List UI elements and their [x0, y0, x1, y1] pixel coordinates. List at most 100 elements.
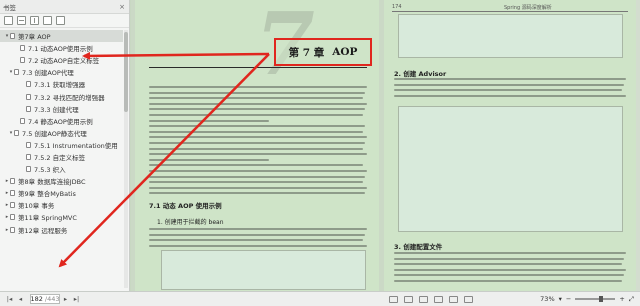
- text-line: [149, 86, 367, 88]
- bookmark-label: 7.3 创建AOP代理: [22, 69, 74, 78]
- bookmark-label: 7.3.1 获取增强器: [34, 81, 86, 90]
- bookmark-icon: [26, 153, 31, 160]
- bookmark-item[interactable]: ▸ 第8章 数据库连接JDBC: [0, 175, 123, 187]
- bookmark-label: 7.4 静态AOP使用示例: [28, 117, 93, 126]
- bookmark-icon[interactable]: [4, 16, 13, 25]
- text-line: [394, 274, 624, 277]
- page-number: 174: [392, 4, 402, 10]
- bookmark-icon: [20, 45, 25, 52]
- bookmark-label: 第9章 整合MyBatis: [18, 190, 76, 199]
- bookmark-icon: [20, 117, 25, 124]
- bookmark-icon: [26, 141, 31, 148]
- page-right: 174 Spring 源码深度解析 2. 创建 Advisor 3. 创建配置文…: [384, 0, 636, 291]
- subsection-heading: 1. 创建用于拦截的 bean: [157, 219, 224, 226]
- delete-bookmark-icon[interactable]: [56, 16, 65, 25]
- bookmark-item[interactable]: 7.3.2 寻找匹配的增强器: [0, 90, 123, 102]
- document-view[interactable]: 7 第 7 章 AOP 7.1 动态 AOP 使用示例 1. 创建用于拦截的 b…: [131, 0, 640, 291]
- bookmark-label: 第12章 远程服务: [18, 226, 68, 235]
- chapter-title: AOP: [332, 46, 358, 58]
- bookmark-item[interactable]: ▾ 第7章 AOP: [0, 30, 123, 43]
- text-line: [149, 158, 269, 161]
- text-line: [149, 114, 363, 116]
- text-line: [149, 175, 365, 178]
- header-rule: [392, 11, 628, 12]
- text-line: [149, 186, 367, 189]
- bookmark-item[interactable]: 7.3.1 获取增强器: [0, 78, 123, 90]
- text-line: [149, 97, 363, 100]
- page-number-input[interactable]: 182 /443: [30, 294, 60, 304]
- text-line: [394, 83, 624, 86]
- bookmark-item[interactable]: ▾ 7.3 创建AOP代理: [0, 66, 123, 78]
- single-page-icon[interactable]: [389, 295, 398, 303]
- last-page-button[interactable]: ▸|: [71, 295, 82, 303]
- code-block-top: [398, 14, 623, 58]
- continuous-icon[interactable]: [404, 295, 413, 303]
- bookmark-item[interactable]: ▸ 第9章 整合MyBatis: [0, 187, 123, 199]
- status-bar: |◂ ◂ 182 /443 ▸ ▸| 73% ▾ − + ⤢: [0, 291, 640, 306]
- text-line: [394, 78, 626, 80]
- bookmark-item[interactable]: 7.1 动态AOP使用示例: [0, 42, 123, 54]
- bookmark-item[interactable]: 7.5.2 自定义标签: [0, 151, 123, 163]
- bookmark-item[interactable]: ▸ 第11章 SpringMVC: [0, 211, 123, 223]
- sidebar-title: 书签: [3, 3, 16, 12]
- document-scrollbar[interactable]: [636, 0, 640, 291]
- bookmark-label: 第10章 事务: [18, 202, 55, 211]
- chapter-number: 第 7 章: [288, 46, 325, 59]
- scroll-view-icon[interactable]: [449, 295, 458, 303]
- bookmark-label: 第7章 AOP: [18, 33, 51, 42]
- bookmark-icon: [14, 129, 19, 136]
- text-line: [394, 280, 622, 282]
- zoom-slider[interactable]: [575, 296, 616, 302]
- text-line: [149, 164, 363, 167]
- chapter-rule: [149, 67, 367, 68]
- text-line: [149, 147, 363, 150]
- running-header: Spring 源码深度解析: [504, 5, 552, 11]
- bookmark-item[interactable]: 7.5.3 织入: [0, 163, 123, 175]
- page-left: 7 第 7 章 AOP 7.1 动态 AOP 使用示例 1. 创建用于拦截的 b…: [135, 0, 379, 291]
- bookmark-label: 7.3.2 寻找匹配的增强器: [34, 93, 105, 102]
- bookmark-item[interactable]: 7.2 动态AOP自定义标签: [0, 54, 123, 66]
- bookmark-item[interactable]: 7.3.3 创建代理: [0, 103, 123, 115]
- text-line: [149, 142, 365, 144]
- zoom-out-button[interactable]: −: [566, 295, 571, 303]
- current-page: 182: [30, 295, 43, 303]
- bookmark-item[interactable]: 7.5.1 Instrumentation使用: [0, 139, 123, 151]
- fit-page-icon[interactable]: ⤢: [629, 295, 634, 304]
- code-block-advisor: [398, 106, 623, 232]
- add-bookmark-icon[interactable]: [43, 16, 52, 25]
- section-heading: 7.1 动态 AOP 使用示例: [149, 202, 222, 210]
- bookmark-item[interactable]: ▸ 第10章 事务: [0, 199, 123, 211]
- bookmark-icon: [26, 166, 31, 173]
- two-page-icon[interactable]: [419, 295, 428, 303]
- zoom-in-button[interactable]: +: [619, 295, 624, 303]
- bookmark-tree: ▾ 第7章 AOP 7.1 动态AOP使用示例 7.2 动态AOP自定义标签 ▾ 7.3 …: [0, 30, 123, 236]
- collapse-all-icon[interactable]: [17, 16, 26, 25]
- book-view-icon[interactable]: [434, 295, 443, 303]
- view-mode-group: [386, 295, 476, 303]
- code-block: [161, 250, 366, 290]
- bookmark-item[interactable]: ▾ 7.5 创建AOP静态代理: [0, 127, 123, 139]
- thumbnail-view-icon[interactable]: [464, 295, 473, 303]
- chapter-heading-highlight: 第 7 章 AOP: [274, 38, 372, 66]
- prev-page-button[interactable]: ◂: [15, 295, 26, 303]
- bookmark-item[interactable]: ▸ 第12章 远程服务: [0, 224, 123, 236]
- sub-heading-config: 3. 创建配置文件: [394, 243, 443, 251]
- bookmark-icon: [10, 190, 15, 197]
- first-page-button[interactable]: |◂: [4, 295, 15, 303]
- text-line: [394, 89, 622, 92]
- zoom-slider-knob[interactable]: [599, 296, 604, 302]
- bookmark-label: 第8章 数据库连接JDBC: [18, 178, 86, 187]
- text-line: [149, 192, 365, 195]
- bookmark-item[interactable]: 7.4 静态AOP使用示例: [0, 115, 123, 127]
- close-icon[interactable]: ×: [118, 3, 126, 11]
- sidebar-scroll-thumb[interactable]: [124, 32, 128, 112]
- next-page-button[interactable]: ▸: [60, 295, 71, 303]
- pdf-reader-window: 书签 × ▾ 第7章 AOP 7.1 动态AOP使用示例 7.2 动态AOP自定义标签…: [0, 0, 640, 306]
- bookmark-icon: [26, 93, 31, 100]
- bookmark-label: 7.3.3 创建代理: [34, 105, 79, 114]
- text-line: [149, 233, 365, 236]
- expand-all-icon[interactable]: [30, 16, 39, 25]
- sidebar-scrollbar[interactable]: [124, 30, 128, 288]
- bookmark-label: 第11章 SpringMVC: [18, 214, 77, 223]
- zoom-dropdown-icon[interactable]: ▾: [559, 295, 562, 303]
